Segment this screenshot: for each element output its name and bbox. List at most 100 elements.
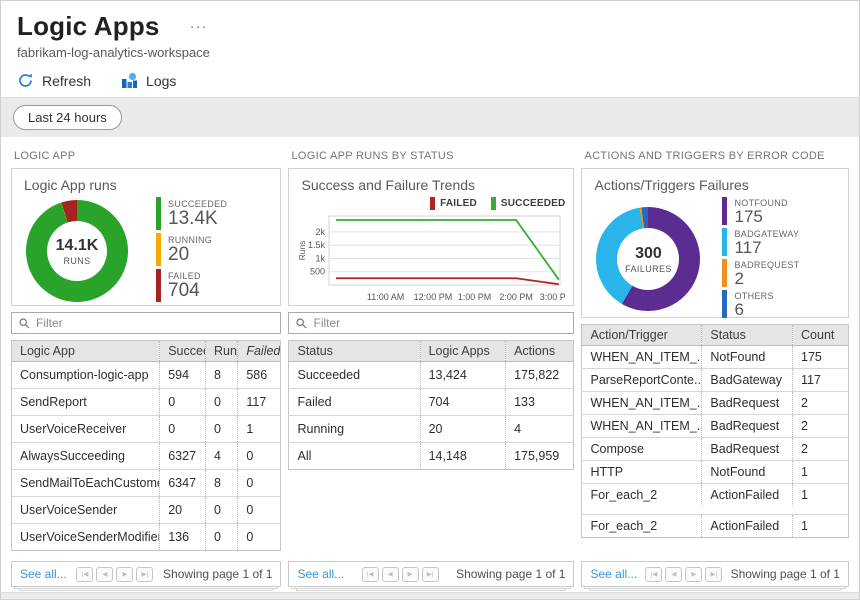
see-all-link[interactable]: See all...: [590, 567, 637, 581]
svg-text:3:00 PM: 3:00 PM: [540, 292, 565, 302]
legend-value: 20: [168, 245, 212, 264]
legend-value: 2: [734, 270, 799, 287]
legend-color-bar: [491, 197, 496, 210]
time-range-pill[interactable]: Last 24 hours: [13, 105, 122, 130]
stacked-page-edge: [19, 589, 273, 591]
search-icon: [19, 318, 30, 329]
column-header[interactable]: Status: [702, 325, 793, 346]
section-title-error-codes: ACTIONS AND TRIGGERS BY ERROR CODE: [581, 145, 849, 168]
pager-next-button[interactable]: ▶: [402, 567, 419, 582]
table-row[interactable]: All14,148175,959: [289, 443, 574, 470]
logic-apps-dashboard: Logic Apps ··· fabrikam-log-analytics-wo…: [0, 0, 860, 600]
pager-next-button[interactable]: ▶: [116, 567, 133, 582]
column-header[interactable]: Logic Apps: [420, 341, 506, 362]
success-failure-trend-chart[interactable]: 5001k1.5k2kRuns11:00 AM12:00 PM1:00 PM2:…: [297, 211, 565, 307]
column-header[interactable]: Runn: [206, 341, 238, 362]
donut-center: 300 FAILURES: [617, 228, 679, 290]
table-row[interactable]: UserVoiceSenderModifier13600: [12, 524, 281, 551]
table-row[interactable]: For_each_2ActionFailed1: [582, 514, 849, 537]
logs-button[interactable]: Logs: [121, 72, 176, 89]
pager: |◀◀▶▶|: [362, 567, 439, 582]
column-header[interactable]: Logic App: [12, 341, 160, 362]
column-header[interactable]: Failed: [238, 341, 281, 362]
legend-entry[interactable]: FAILED704: [156, 269, 227, 302]
error-table-footer: See all... |◀◀▶▶| Showing page 1 of 1: [581, 561, 849, 587]
page-indicator: Showing page 1 of 1: [731, 567, 840, 581]
table-row[interactable]: Running204: [289, 416, 574, 443]
pager-next-button[interactable]: ▶: [685, 567, 702, 582]
trends-card: Success and Failure Trends FAILED SUCCEED…: [288, 168, 574, 306]
legend-entry[interactable]: BADGATEWAY117: [722, 228, 799, 256]
pager-last-button[interactable]: ▶|: [705, 567, 722, 582]
dashboard-content: LOGIC APP Logic App runs 14.1K RUNS SUCC…: [1, 137, 859, 600]
see-all-link[interactable]: See all...: [297, 567, 344, 581]
table-row[interactable]: ParseReportConte...BadGateway117: [582, 369, 849, 392]
page-title: Logic Apps: [17, 11, 160, 42]
logs-label: Logs: [146, 73, 176, 89]
table-row[interactable]: HTTPNotFound1: [582, 461, 849, 484]
legend-color-bar: [156, 269, 161, 302]
pager-first-button[interactable]: |◀: [645, 567, 662, 582]
pager-first-button[interactable]: |◀: [362, 567, 379, 582]
pager-prev-button[interactable]: ◀: [96, 567, 113, 582]
table-row[interactable]: WHEN_AN_ITEM_...BadRequest2: [582, 392, 849, 415]
pager-last-button[interactable]: ▶|: [136, 567, 153, 582]
column-header[interactable]: Action/Trigger: [582, 325, 702, 346]
column-header[interactable]: Status: [289, 341, 420, 362]
filter-input[interactable]: [36, 316, 273, 330]
failures-donut-chart[interactable]: 300 FAILURES: [596, 207, 700, 311]
legend-value: 13.4K: [168, 209, 227, 228]
donut-center-value: 300: [635, 245, 662, 263]
see-all-link[interactable]: See all...: [20, 567, 67, 581]
svg-text:2k: 2k: [316, 227, 326, 237]
legend-entry[interactable]: NOTFOUND175: [722, 197, 799, 225]
legend-entry[interactable]: OTHERS6: [722, 290, 799, 318]
table-row[interactable]: AlwaysSucceeding632740: [12, 443, 281, 470]
table-row[interactable]: UserVoiceSender2000: [12, 497, 281, 524]
column-header[interactable]: Succee: [160, 341, 206, 362]
legend-label: FAILED: [440, 198, 477, 209]
workspace-name: fabrikam-log-analytics-workspace: [17, 45, 843, 60]
table-row[interactable]: WHEN_AN_ITEM_...NotFound175: [582, 346, 849, 369]
overflow-menu-button[interactable]: ···: [190, 22, 208, 32]
table-row[interactable]: For_each_2ActionFailed1: [582, 484, 849, 507]
svg-text:Runs: Runs: [297, 241, 307, 261]
status-table: StatusLogic AppsActionsSucceeded13,42417…: [288, 340, 574, 470]
pager-prev-button[interactable]: ◀: [382, 567, 399, 582]
donut-center-label: RUNS: [63, 256, 90, 266]
stacked-page-edge: [589, 589, 841, 591]
pager-first-button[interactable]: |◀: [76, 567, 93, 582]
refresh-button[interactable]: Refresh: [17, 72, 91, 89]
logic-app-table: Logic AppSucceeRunnFailedConsumption-log…: [11, 340, 281, 551]
chart-legend-entry[interactable]: FAILED: [430, 196, 477, 211]
logic-app-table-footer: See all... |◀◀▶▶| Showing page 1 of 1: [11, 561, 281, 587]
panel-error-codes: ACTIONS AND TRIGGERS BY ERROR CODE Actio…: [581, 145, 849, 591]
table-row[interactable]: Failed704133: [289, 389, 574, 416]
column-header[interactable]: Actions: [506, 341, 574, 362]
card-title-trends: Success and Failure Trends: [289, 169, 573, 195]
card-title-failures: Actions/Triggers Failures: [582, 169, 848, 195]
legend-entry[interactable]: BADREQUEST2: [722, 259, 799, 287]
svg-text:11:00 AM: 11:00 AM: [367, 292, 404, 302]
filter-input[interactable]: [313, 316, 566, 330]
chart-legend-entry[interactable]: SUCCEEDED: [491, 196, 566, 211]
pager-prev-button[interactable]: ◀: [665, 567, 682, 582]
table-row[interactable]: ComposeBadRequest2: [582, 438, 849, 461]
svg-text:12:00 PM: 12:00 PM: [414, 292, 453, 302]
table-row[interactable]: UserVoiceReceiver001: [12, 416, 281, 443]
bottom-band: [1, 592, 859, 599]
donut-center: 14.1K RUNS: [47, 221, 107, 281]
error-code-table: Action/TriggerStatusCountWHEN_AN_ITEM_..…: [581, 324, 849, 538]
logic-app-runs-donut-chart[interactable]: 14.1K RUNS: [26, 200, 128, 302]
legend-entry[interactable]: SUCCEEDED13.4K: [156, 197, 227, 230]
table-row[interactable]: SendReport00117: [12, 389, 281, 416]
table-row[interactable]: Consumption-logic-app5948586: [12, 362, 281, 389]
column-header[interactable]: Count: [793, 325, 849, 346]
table-row[interactable]: WHEN_AN_ITEM_...BadRequest2: [582, 415, 849, 438]
legend-entry[interactable]: RUNNING20: [156, 233, 227, 266]
table-row[interactable]: SendMailToEachCustomer634780: [12, 470, 281, 497]
trend-chart-legend: FAILED SUCCEEDED: [297, 196, 565, 211]
pager-last-button[interactable]: ▶|: [422, 567, 439, 582]
section-title-runs-by-status: LOGIC APP RUNS BY STATUS: [288, 145, 574, 168]
table-row[interactable]: Succeeded13,424175,822: [289, 362, 574, 389]
